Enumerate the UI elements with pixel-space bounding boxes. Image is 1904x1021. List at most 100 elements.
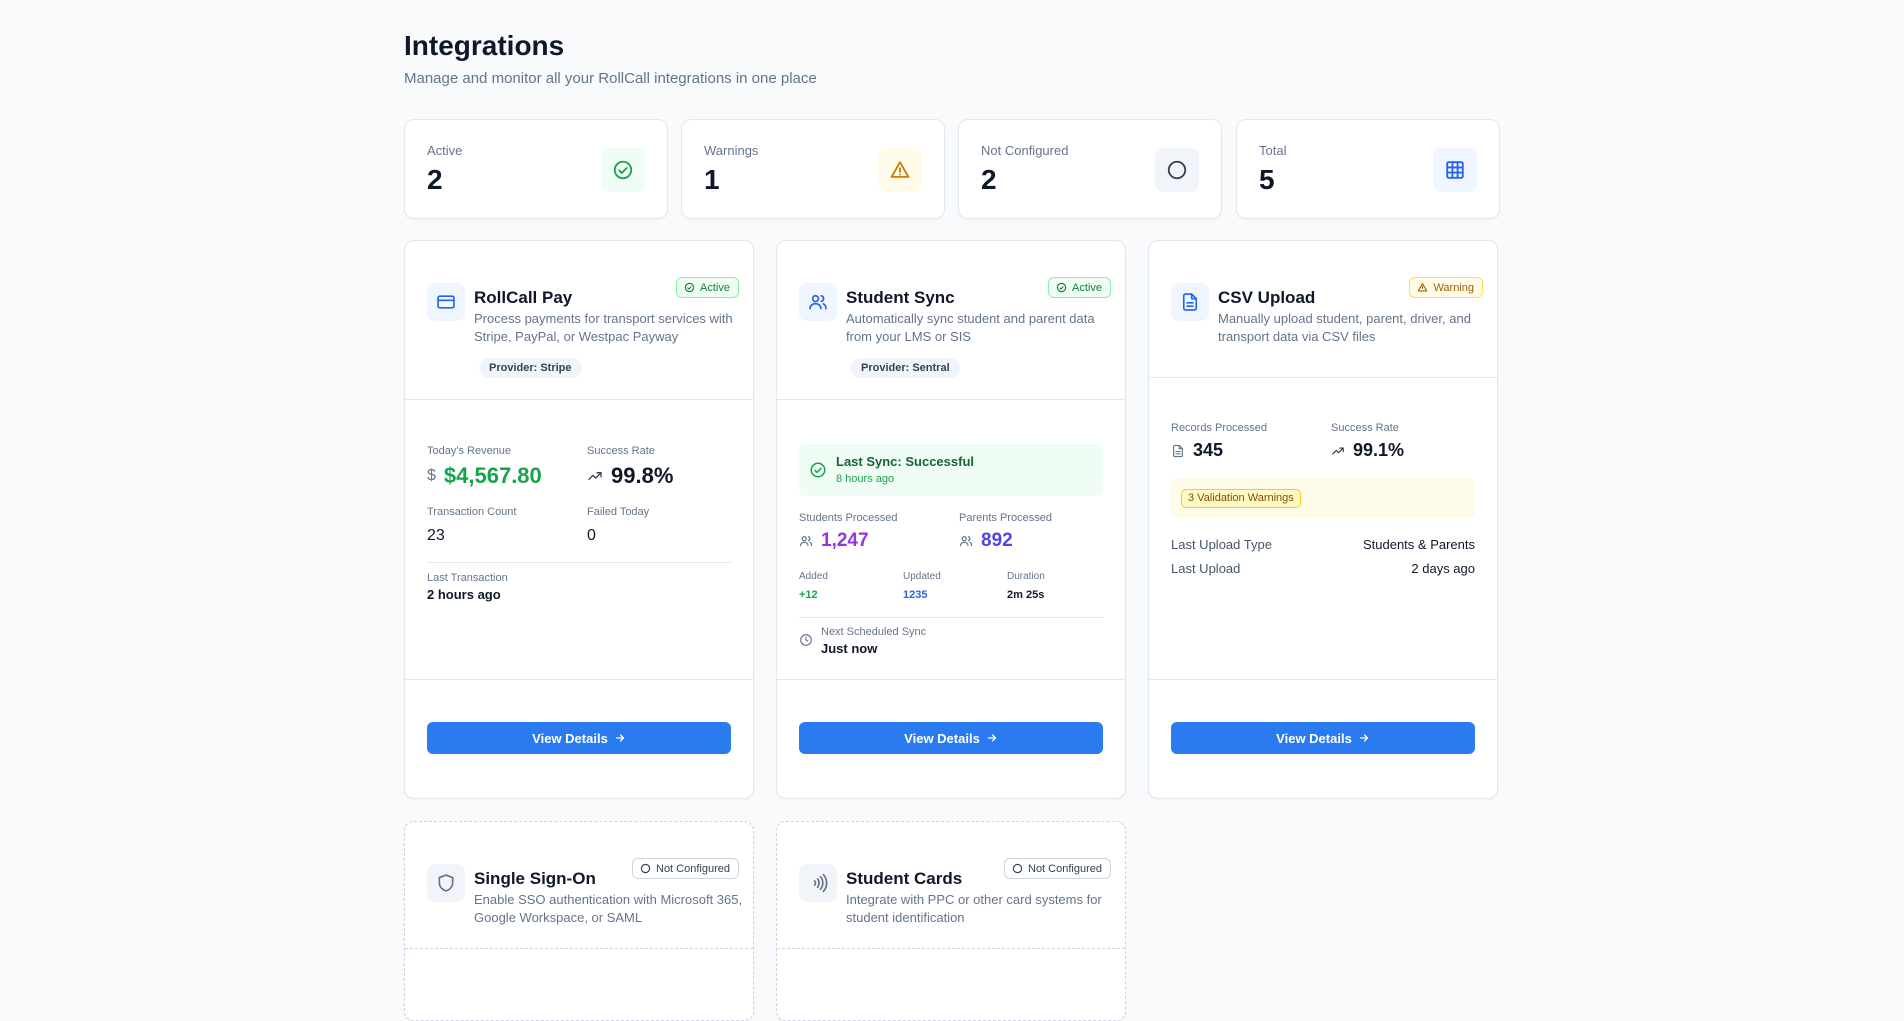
- page-subtitle: Manage and monitor all your RollCall int…: [404, 70, 817, 87]
- status-badge: Not Configured: [1004, 858, 1111, 879]
- added-label: Added: [799, 571, 828, 582]
- added-value: +12: [799, 589, 818, 601]
- last-transaction-label: Last Transaction: [427, 572, 508, 584]
- provider-badge: Provider: Sentral: [851, 358, 960, 378]
- failed-today-value: 0: [587, 527, 596, 544]
- records-processed-row: 345: [1171, 440, 1223, 461]
- divider: [777, 948, 1125, 949]
- shield-icon: [427, 864, 465, 902]
- divider: [799, 617, 1103, 618]
- button-label: View Details: [1276, 730, 1352, 746]
- card-description: Manually upload student, parent, driver,…: [1218, 311, 1471, 344]
- file-text-icon: [1171, 283, 1209, 321]
- provider-badge: Provider: Stripe: [479, 358, 582, 378]
- dollar-icon: $: [427, 467, 436, 484]
- status-badge: Not Configured: [632, 858, 739, 879]
- file-text-icon: [1173, 444, 1183, 457]
- users-icon: [959, 536, 973, 547]
- divider: [777, 679, 1125, 680]
- users-icon: [799, 283, 837, 321]
- warning-triangle-icon: [878, 148, 922, 192]
- divider: [777, 399, 1125, 400]
- integration-card-rollcall-pay: Active RollCall Pay Process payments for…: [404, 240, 754, 799]
- button-label: View Details: [904, 730, 980, 746]
- trending-up-icon: [1332, 447, 1344, 454]
- integration-card-student-sync: Active Student Sync Automatically sync s…: [776, 240, 1126, 799]
- credit-card-icon: [427, 283, 465, 321]
- success-rate-row: 99.8%: [587, 463, 673, 489]
- status-badge-label: Active: [1072, 281, 1102, 294]
- card-description: Automatically sync student and parent da…: [846, 311, 1095, 344]
- card-title: CSV Upload: [1218, 288, 1316, 307]
- card-title: RollCall Pay: [474, 288, 573, 307]
- last-sync-title: Last Sync: Successful: [836, 454, 974, 469]
- last-upload-label: Last Upload: [1171, 561, 1241, 576]
- arrow-right-icon: [1359, 734, 1368, 742]
- status-badge-label: Active: [700, 281, 730, 294]
- success-rate-value: 99.1%: [1353, 440, 1405, 460]
- stat-value: 2: [427, 164, 443, 195]
- integration-card-student-cards: Not Configured Student Cards Integrate w…: [776, 821, 1126, 1021]
- status-badge: Active: [1048, 277, 1111, 298]
- divider: [427, 562, 731, 563]
- page-title: Integrations: [404, 30, 565, 61]
- card-description: Enable SSO authentication with Microsoft…: [474, 892, 743, 925]
- revenue-row: $ $4,567.80: [427, 463, 542, 489]
- revenue-value: $4,567.80: [443, 463, 542, 488]
- stat-label: Active: [427, 143, 463, 158]
- divider: [405, 399, 753, 400]
- success-rate-row: 99.1%: [1331, 440, 1404, 461]
- students-processed-value: 1,247: [821, 530, 869, 551]
- card-title: Single Sign-On: [474, 869, 596, 888]
- last-upload-type-value: Students & Parents: [1362, 537, 1475, 552]
- view-details-button[interactable]: View Details: [1171, 722, 1475, 754]
- view-details-button[interactable]: View Details: [427, 722, 731, 754]
- validation-warnings-badge[interactable]: 3 Validation Warnings: [1181, 489, 1301, 508]
- trending-up-icon: [588, 472, 602, 480]
- users-icon: [799, 536, 813, 547]
- circle-icon: [1012, 863, 1023, 874]
- clock-icon: [800, 634, 812, 646]
- transaction-count-label: Transaction Count: [427, 506, 517, 518]
- check-circle-icon: [810, 462, 826, 478]
- parents-processed-value: 892: [981, 530, 1013, 551]
- revenue-label: Today's Revenue: [427, 445, 512, 457]
- last-upload-value: 2 days ago: [1411, 561, 1475, 576]
- parents-processed-row: 892: [959, 530, 1013, 552]
- stat-label: Total: [1259, 143, 1287, 158]
- status-badge-label: Not Configured: [656, 862, 730, 875]
- last-transaction-value: 2 hours ago: [427, 587, 501, 602]
- card-description: Integrate with PPC or other card systems…: [846, 892, 1102, 925]
- stat-card-warnings: Warnings 1: [681, 119, 945, 219]
- circle-icon: [1155, 148, 1199, 192]
- integration-card-csv-upload: Warning CSV Upload Manually upload stude…: [1148, 240, 1498, 799]
- stat-value: 5: [1259, 164, 1275, 195]
- check-circle-icon: [601, 148, 645, 192]
- card-title: Student Cards: [846, 869, 963, 888]
- integration-card-single-sign-on: Not Configured Single Sign-On Enable SSO…: [404, 821, 754, 1021]
- stat-value: 1: [704, 164, 720, 195]
- students-processed-label: Students Processed: [799, 512, 898, 524]
- students-processed-row: 1,247: [799, 530, 869, 552]
- duration-value: 2m 25s: [1007, 589, 1045, 601]
- divider: [405, 679, 753, 680]
- success-rate-value: 99.8%: [611, 463, 674, 488]
- card-title: Student Sync: [846, 288, 955, 307]
- stat-value: 2: [981, 164, 997, 195]
- status-badge: Active: [676, 277, 739, 298]
- last-upload-type-label: Last Upload Type: [1171, 537, 1272, 552]
- status-badge-label: Not Configured: [1028, 862, 1102, 875]
- updated-label: Updated: [903, 571, 941, 582]
- success-rate-label: Success Rate: [587, 445, 655, 457]
- records-processed-value: 345: [1193, 440, 1224, 460]
- last-sync-time: 8 hours ago: [836, 473, 895, 485]
- contactless-icon: [799, 864, 837, 902]
- grid-icon: [1433, 148, 1477, 192]
- success-rate-label: Success Rate: [1331, 422, 1399, 434]
- stat-label: Warnings: [704, 143, 759, 158]
- next-sync-value: Just now: [821, 641, 878, 656]
- card-description: Process payments for transport services …: [474, 311, 733, 344]
- next-sync-label: Next Scheduled Sync: [821, 626, 927, 638]
- button-label: View Details: [532, 730, 608, 746]
- view-details-button[interactable]: View Details: [799, 722, 1103, 754]
